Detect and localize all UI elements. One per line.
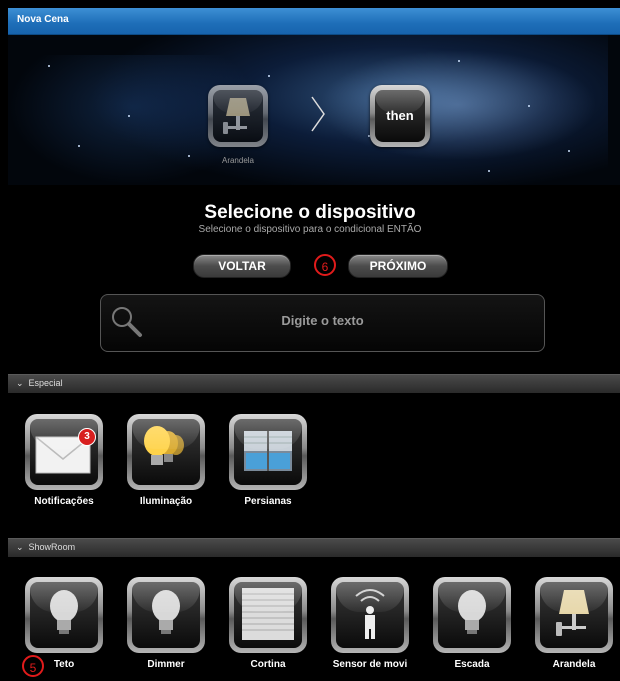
page-title: Selecione o dispositivo: [204, 202, 416, 223]
device-label: Persianas: [244, 496, 292, 507]
next-button[interactable]: PRÓXIMO: [348, 254, 448, 278]
device-label: Cortina: [250, 659, 286, 670]
device-label: Escada: [454, 659, 490, 670]
device-sensor-de-movi[interactable]: [331, 577, 409, 653]
section-header-showroom[interactable]: ⌄ ShowRoom: [8, 538, 620, 557]
device-label: Iluminação: [139, 496, 193, 507]
step-banner: Arandela then: [8, 35, 620, 185]
if-step-label: Arandela: [221, 156, 255, 165]
section-title: ⌄ Especial: [16, 378, 63, 388]
device-label: Notificações: [34, 496, 94, 507]
scene-window: Nova Cena Arandela then Selecione o disp…: [8, 8, 620, 681]
if-step-tile[interactable]: [208, 85, 268, 147]
notification-badge: 3: [78, 428, 96, 446]
device-label: Dimmer: [147, 659, 185, 670]
section-title: ⌄ ShowRoom: [16, 542, 76, 552]
back-button[interactable]: VOLTAR: [193, 254, 291, 278]
device-persianas[interactable]: [229, 414, 307, 490]
page-subtitle: Selecione o dispositivo para o condicion…: [198, 224, 422, 235]
device-escada[interactable]: [433, 577, 511, 653]
section-header-especial[interactable]: ⌄ Especial: [8, 374, 620, 393]
annotation-marker-6: 6: [314, 254, 336, 276]
device-label: Teto: [53, 659, 75, 670]
title-bar: Nova Cena: [8, 8, 620, 35]
chevron-right-icon: [311, 96, 325, 132]
device-dimmer[interactable]: [127, 577, 205, 653]
window-title: Nova Cena: [17, 14, 69, 25]
device-label: Arandela: [552, 659, 596, 670]
device-teto[interactable]: [25, 577, 103, 653]
device-label: Sensor de movi: [332, 659, 408, 670]
device-iluminacao[interactable]: [127, 414, 205, 490]
device-cortina[interactable]: [229, 577, 307, 653]
search-placeholder: Digite o texto: [281, 313, 364, 328]
device-arandela[interactable]: [535, 577, 613, 653]
search-field[interactable]: Digite o texto: [100, 294, 545, 352]
then-step-tile[interactable]: then: [370, 85, 430, 147]
device-notificacoes[interactable]: 3: [25, 414, 103, 490]
